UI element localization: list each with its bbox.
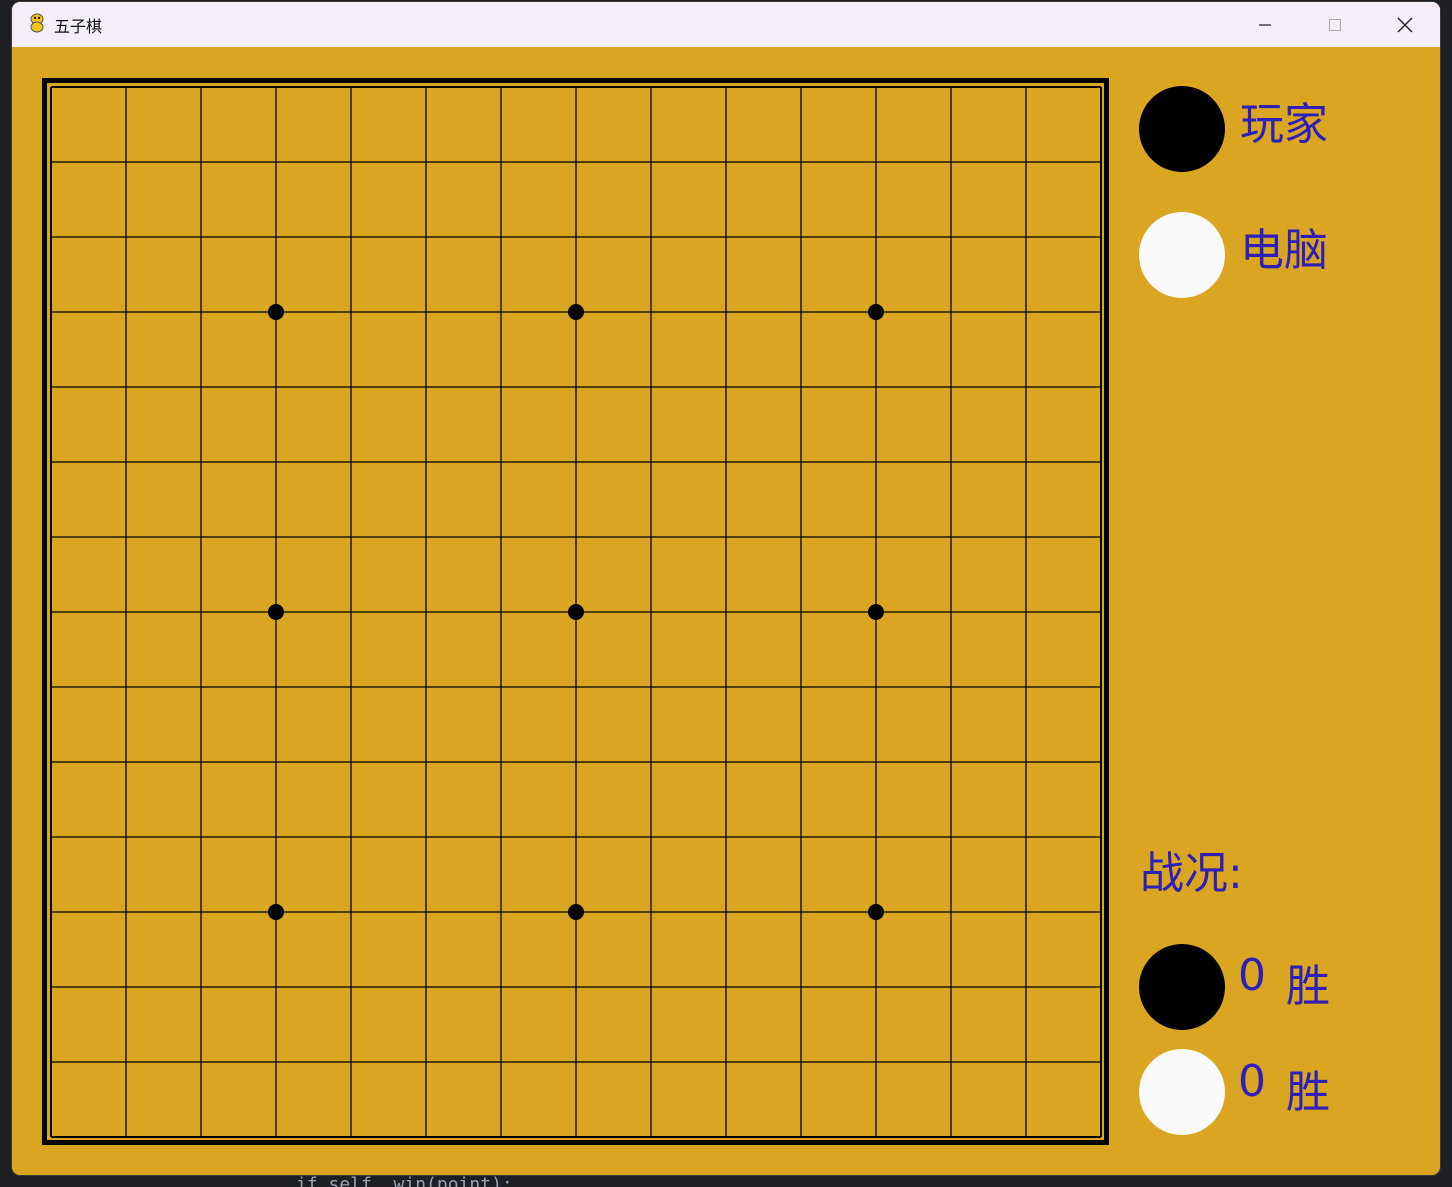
star-point — [268, 904, 284, 920]
desktop: if self._win(point): 五子棋 玩家 电脑 战况: 0 胜 0… — [0, 0, 1452, 1187]
star-point — [268, 304, 284, 320]
player-label: 玩家 — [1240, 99, 1328, 150]
gobang-window: 五子棋 玩家 电脑 战况: 0 胜 0 胜 — [12, 2, 1440, 1175]
player-stone-indicator — [1139, 86, 1225, 172]
white-wins-stone — [1139, 1049, 1225, 1135]
computer-label: 电脑 — [1240, 225, 1328, 276]
star-point — [868, 904, 884, 920]
star-point — [268, 604, 284, 620]
star-point — [568, 904, 584, 920]
star-point — [568, 604, 584, 620]
computer-stone-indicator — [1139, 212, 1225, 298]
game-canvas[interactable] — [12, 2, 1440, 1175]
star-point — [868, 604, 884, 620]
star-point — [568, 304, 584, 320]
black-wins-count: 0 — [1238, 950, 1266, 1001]
background-code-snippet: if self._win(point): — [296, 1174, 513, 1187]
white-wins-count: 0 — [1238, 1056, 1266, 1107]
star-point — [868, 304, 884, 320]
black-wins-suffix: 胜 — [1286, 961, 1330, 1012]
white-wins-suffix: 胜 — [1286, 1067, 1330, 1118]
record-label: 战况: — [1140, 848, 1243, 899]
black-wins-stone — [1139, 944, 1225, 1030]
